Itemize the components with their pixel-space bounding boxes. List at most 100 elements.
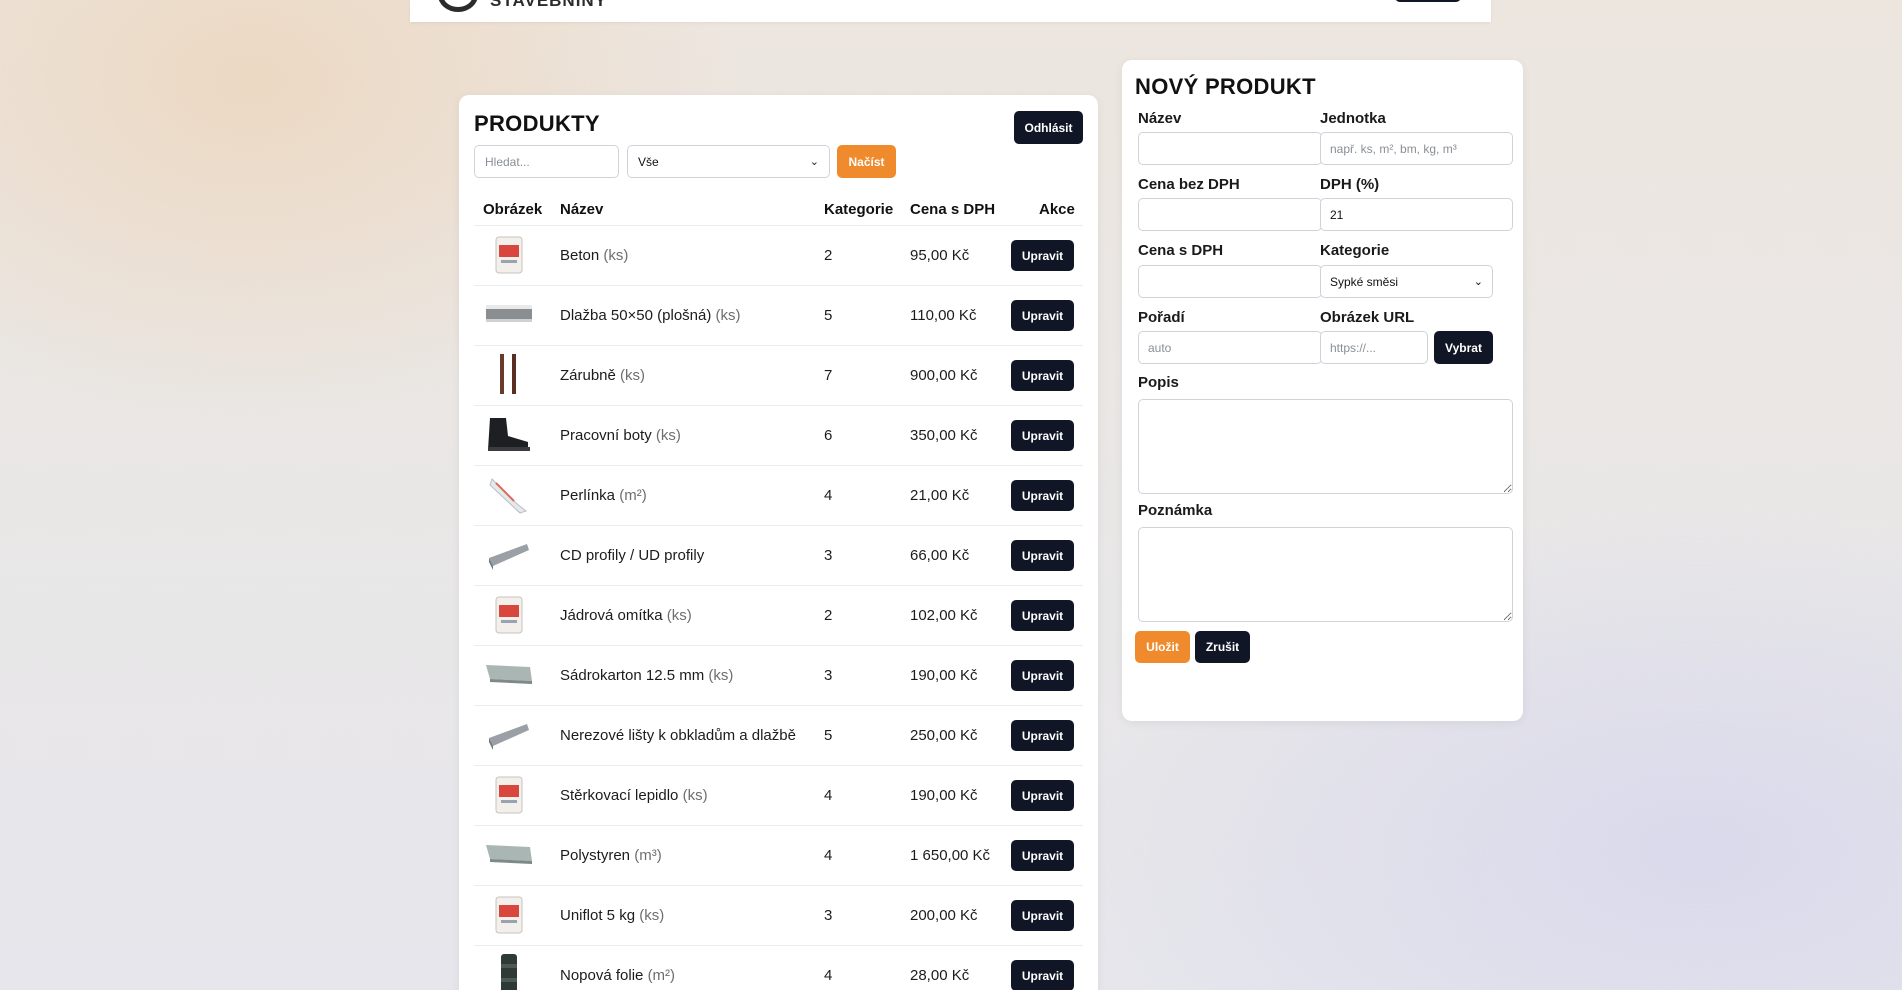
product-price: 190,00 Kč — [910, 667, 978, 684]
category-filter-select[interactable]: Vše ⌄ — [627, 145, 830, 178]
product-unit: (ks) — [639, 907, 665, 924]
column-header-category: Kategorie — [824, 201, 894, 218]
product-name-cell: Jádrová omítka (ks) — [560, 607, 692, 624]
product-image — [483, 414, 534, 458]
column-header-actions: Akce — [1039, 201, 1075, 218]
edit-button[interactable]: Upravit — [1011, 420, 1074, 451]
edit-button[interactable]: Upravit — [1011, 300, 1074, 331]
form-title: NOVÝ PRODUKT — [1135, 74, 1316, 99]
product-unit: (ks) — [715, 307, 741, 324]
vat-label: DPH (%) — [1320, 176, 1380, 193]
table-row: Dlažba 50×50 (plošná) (ks) 5 110,00 Kč Upra… — [474, 286, 1083, 346]
edit-button[interactable]: Upravit — [1011, 540, 1074, 571]
product-price: 200,00 Kč — [910, 907, 978, 924]
product-unit: (ks) — [655, 427, 681, 444]
product-image — [483, 654, 534, 698]
column-header-name: Název — [560, 201, 604, 218]
price-gross-input[interactable] — [1138, 265, 1322, 298]
name-input[interactable] — [1138, 132, 1322, 165]
vat-input[interactable] — [1320, 198, 1513, 231]
product-name: Polystyren — [560, 847, 631, 864]
column-header-image: Obrázek — [483, 201, 543, 218]
table-header: Obrázek Název Kategorie Cena s DPH Akce — [474, 195, 1083, 226]
logo-text: STAVEBNINY — [490, 0, 608, 10]
profile-icon — [485, 716, 533, 757]
product-name: Stěrkovací lepidlo — [560, 787, 679, 804]
product-price: 66,00 Kč — [910, 547, 970, 564]
product-image — [483, 594, 534, 638]
product-name: Jádrová omítka — [560, 607, 663, 624]
product-price: 900,00 Kč — [910, 367, 978, 384]
top-header: STAVEBNINY — [410, 0, 1491, 22]
column-divider — [999, 706, 1000, 765]
bag-icon — [489, 773, 529, 820]
column-header-price: Cena s DPH — [910, 201, 996, 218]
note-textarea[interactable] — [1138, 527, 1513, 622]
product-name-cell: Dlažba 50×50 (plošná) (ks) — [560, 307, 741, 324]
product-name-cell: Polystyren (m³) — [560, 847, 662, 864]
column-divider — [999, 586, 1000, 645]
product-price: 95,00 Kč — [910, 247, 970, 264]
table-row: Jádrová omítka (ks) 2 102,00 Kč Upravit — [474, 586, 1083, 646]
chevron-down-icon: ⌄ — [809, 156, 819, 168]
product-name: Zárubně — [560, 367, 616, 384]
edit-button[interactable]: Upravit — [1011, 780, 1074, 811]
column-divider — [999, 886, 1000, 945]
tile-icon — [484, 297, 534, 336]
product-name-cell: Nerezové lišty k obkladům a dlažbě — [560, 727, 796, 744]
product-category: 5 — [824, 727, 833, 744]
product-category: 6 — [824, 427, 833, 444]
logout-button[interactable]: Odhlásit — [1014, 111, 1083, 144]
column-divider — [999, 526, 1000, 585]
product-name: CD profily / UD profily — [560, 547, 705, 564]
edit-button[interactable]: Upravit — [1011, 600, 1074, 631]
category-filter-value: Vše — [638, 154, 659, 169]
edit-button[interactable]: Upravit — [1011, 900, 1074, 931]
chevron-down-icon: ⌄ — [1473, 276, 1483, 288]
product-name-cell: Zárubně (ks) — [560, 367, 645, 384]
image-url-input[interactable] — [1320, 331, 1428, 364]
price-net-input[interactable] — [1138, 198, 1322, 231]
products-table: Obrázek Název Kategorie Cena s DPH Akce … — [474, 195, 1083, 990]
cancel-button[interactable]: Zrušit — [1195, 631, 1250, 663]
edit-button[interactable]: Upravit — [1011, 720, 1074, 751]
new-product-card: NOVÝ PRODUKT Název Jednotka Cena bez DPH… — [1122, 60, 1523, 721]
product-unit: (ks) — [666, 607, 692, 624]
description-textarea[interactable] — [1138, 399, 1513, 494]
name-label: Název — [1138, 110, 1182, 127]
table-row: Perlínka (m²) 4 21,00 Kč Upravit — [474, 466, 1083, 526]
header-button[interactable] — [1395, 0, 1461, 2]
boot-icon — [484, 414, 534, 459]
product-category: 4 — [824, 847, 833, 864]
product-image — [483, 774, 534, 818]
unit-input[interactable] — [1320, 132, 1513, 165]
load-button[interactable]: Načíst — [837, 145, 896, 178]
search-input[interactable] — [474, 145, 619, 178]
product-name: Perlínka — [560, 487, 616, 504]
edit-button[interactable]: Upravit — [1011, 360, 1074, 391]
table-row: Stěrkovací lepidlo (ks) 4 190,00 Kč Upravit — [474, 766, 1083, 826]
order-input[interactable] — [1138, 331, 1322, 364]
edit-button[interactable]: Upravit — [1011, 840, 1074, 871]
product-price: 190,00 Kč — [910, 787, 978, 804]
choose-image-button[interactable]: Vybrat — [1434, 331, 1493, 364]
profile-icon — [485, 536, 533, 577]
door-frame-icon — [494, 352, 524, 401]
table-row: Nerezové lišty k obkladům a dlažbě 5 250,0… — [474, 706, 1083, 766]
edit-button[interactable]: Upravit — [1011, 660, 1074, 691]
product-category: 4 — [824, 787, 833, 804]
price-gross-label: Cena s DPH — [1138, 242, 1224, 259]
product-image — [483, 352, 534, 401]
category-select[interactable]: Sypké směsi ⌄ — [1320, 265, 1493, 298]
edit-button[interactable]: Upravit — [1011, 480, 1074, 511]
save-button[interactable]: Uložit — [1135, 631, 1190, 663]
board-icon — [484, 657, 534, 696]
edit-button[interactable]: Upravit — [1011, 960, 1074, 990]
note-label: Poznámka — [1138, 502, 1213, 519]
description-label: Popis — [1138, 374, 1179, 391]
product-name: Pracovní boty — [560, 427, 652, 444]
product-category: 4 — [824, 487, 833, 504]
edit-button[interactable]: Upravit — [1011, 240, 1074, 271]
product-price: 110,00 Kč — [910, 307, 977, 324]
product-price: 350,00 Kč — [910, 427, 978, 444]
